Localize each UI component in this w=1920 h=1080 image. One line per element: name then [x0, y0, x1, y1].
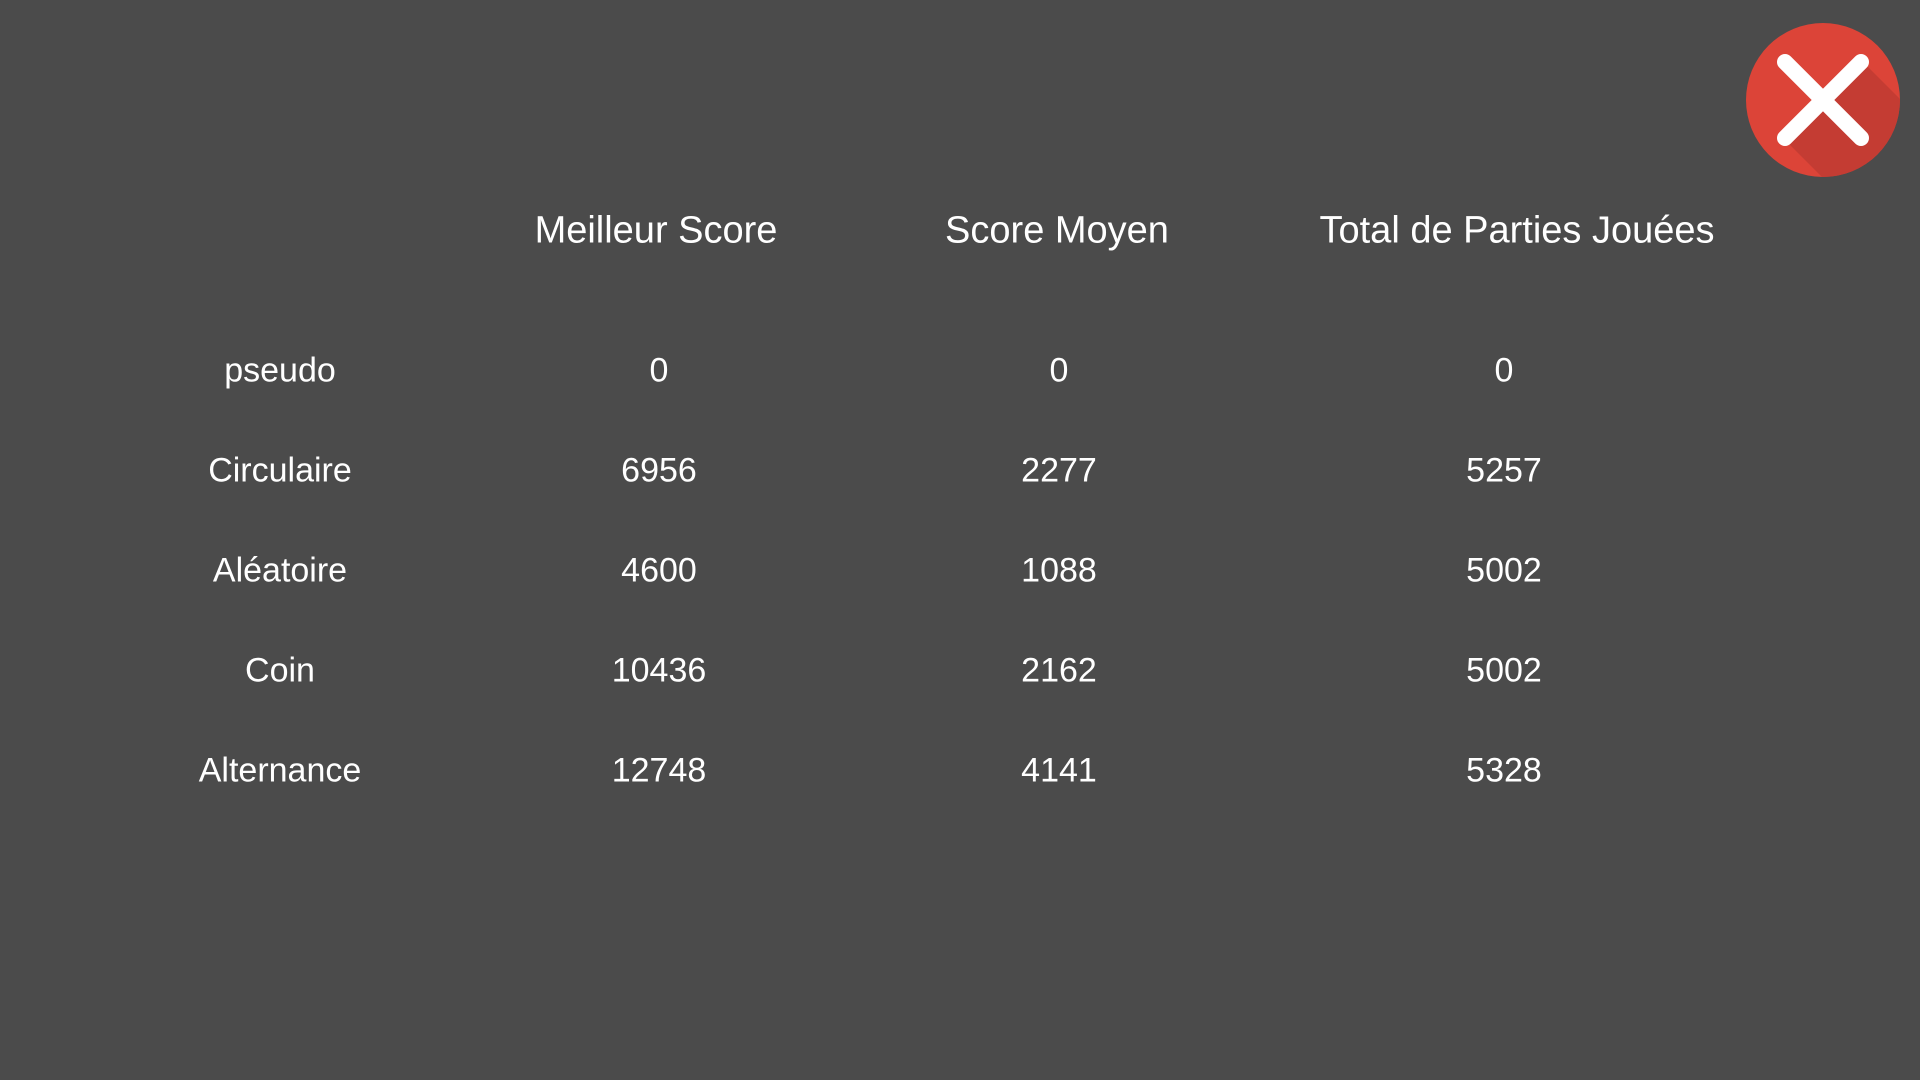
table-cell: 4600	[621, 551, 697, 590]
column-header-average-score: Score Moyen	[945, 209, 1169, 252]
table-cell: 5002	[1466, 651, 1542, 690]
table-cell: 5328	[1466, 751, 1542, 790]
table-cell: 0	[1494, 351, 1514, 390]
table-cell: 5002	[1466, 551, 1542, 590]
table-cell: 6956	[621, 451, 697, 490]
table-cell: 12748	[611, 751, 707, 790]
table-cell: 0	[1049, 351, 1069, 390]
row-label-coin: Coin	[245, 651, 315, 690]
statistics-table: Meilleur Score Score Moyen Total de Part…	[0, 0, 1920, 1080]
table-cell: 0	[649, 351, 669, 390]
table-cell: 2277	[1021, 451, 1097, 490]
column-header-best-score: Meilleur Score	[534, 209, 778, 252]
row-label-alternance: Alternance	[198, 751, 362, 790]
column-header-total-games: Total de Parties Jouées	[1319, 209, 1715, 252]
table-cell: 4141	[1021, 751, 1097, 790]
table-cell: 1088	[1021, 551, 1097, 590]
row-label-aleatoire: Aléatoire	[212, 551, 348, 590]
row-label-circulaire: Circulaire	[208, 451, 352, 490]
table-cell: 10436	[611, 651, 707, 690]
table-cell: 2162	[1021, 651, 1097, 690]
table-cell: 5257	[1466, 451, 1542, 490]
row-label-pseudo: pseudo	[224, 351, 336, 390]
